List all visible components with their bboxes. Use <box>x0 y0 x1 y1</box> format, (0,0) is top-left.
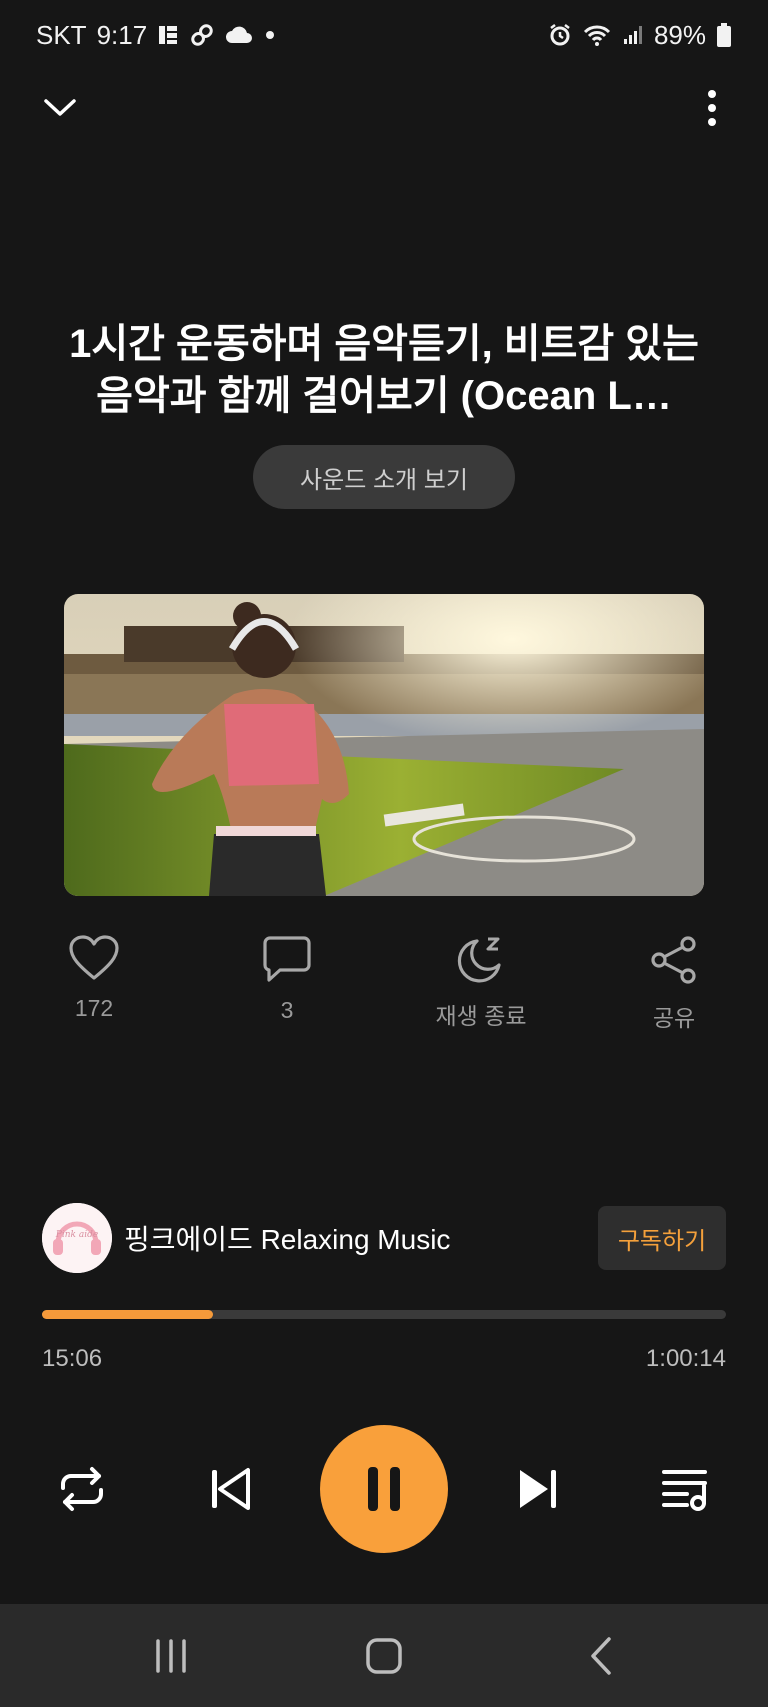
sound-intro-button[interactable]: 사운드 소개 보기 <box>253 445 515 509</box>
moon-sleep-icon <box>457 937 501 983</box>
skip-next-icon <box>520 1470 556 1508</box>
carrier-label: SKT <box>36 19 87 50</box>
current-time: 15:06 <box>42 1345 103 1372</box>
share-label: 공유 <box>652 1005 696 1031</box>
track-title: 1시간 운동하며 음악듣기, 비트감 있는 음악과 함께 걸어보기 (Ocean… <box>69 322 699 418</box>
comment-icon <box>263 936 311 982</box>
dot-icon <box>263 28 277 42</box>
more-vertical-icon <box>708 90 716 126</box>
back-button[interactable] <box>571 1632 631 1680</box>
like-count: 172 <box>74 995 114 1021</box>
playback-controls <box>0 1425 768 1555</box>
heart-icon <box>69 935 119 980</box>
player-top-bar <box>0 70 768 140</box>
system-nav-bar <box>0 1604 768 1707</box>
signal-icon <box>622 24 644 46</box>
subscribe-button[interactable]: 구독하기 <box>598 1206 726 1270</box>
channel-logo-text: Pink aide <box>55 1230 98 1240</box>
progress-fill <box>42 1310 213 1319</box>
cloud-icon <box>225 25 253 45</box>
share-button[interactable]: 공유 <box>594 935 754 1033</box>
home-icon <box>366 1638 402 1674</box>
grid-icon <box>157 24 179 46</box>
playback-progress-bar[interactable] <box>42 1310 726 1319</box>
repeat-button[interactable] <box>52 1461 112 1517</box>
track-actions: 172 3 재생 종료 공유 <box>0 935 768 1045</box>
comment-count: 3 <box>280 997 294 1023</box>
channel-avatar[interactable]: Pink aide <box>42 1203 112 1273</box>
status-bar: SKT 9:17 89% <box>0 0 768 70</box>
status-right: 89% <box>548 20 732 51</box>
channel-name[interactable]: 핑크에이드 Relaxing Music <box>124 1218 598 1258</box>
total-time: 1:00:14 <box>645 1345 726 1372</box>
next-button[interactable] <box>508 1459 568 1519</box>
battery-percent: 89% <box>653 19 706 50</box>
pause-button[interactable] <box>320 1425 448 1553</box>
sleep-timer-label: 재생 종료 <box>435 1003 527 1029</box>
pause-icon <box>368 1467 400 1511</box>
channel-row: Pink aide 핑크에이드 Relaxing Music 구독하기 <box>42 1203 726 1273</box>
share-icon <box>651 936 696 984</box>
chevron-down-icon <box>44 99 76 116</box>
like-button[interactable]: 172 <box>14 935 174 1022</box>
repeat-icon <box>61 1467 103 1511</box>
alarm-icon <box>548 23 572 47</box>
more-options-button[interactable] <box>692 84 732 132</box>
clock: 9:17 <box>96 19 148 50</box>
previous-button[interactable] <box>200 1459 260 1519</box>
link-icon <box>189 22 215 48</box>
recent-apps-icon <box>156 1639 186 1673</box>
status-left: SKT 9:17 <box>36 20 277 51</box>
playlist-icon <box>662 1470 707 1511</box>
skip-previous-icon <box>212 1468 250 1510</box>
wifi-icon <box>582 23 612 47</box>
home-button[interactable] <box>354 1632 414 1680</box>
playlist-button[interactable] <box>656 1461 716 1517</box>
collapse-button[interactable] <box>36 84 84 132</box>
back-icon <box>591 1637 611 1675</box>
recent-apps-button[interactable] <box>141 1632 201 1680</box>
album-artwork <box>64 594 704 896</box>
sleep-timer-button[interactable]: 재생 종료 <box>401 935 561 1031</box>
comment-button[interactable]: 3 <box>207 935 367 1024</box>
battery-icon <box>716 22 732 48</box>
